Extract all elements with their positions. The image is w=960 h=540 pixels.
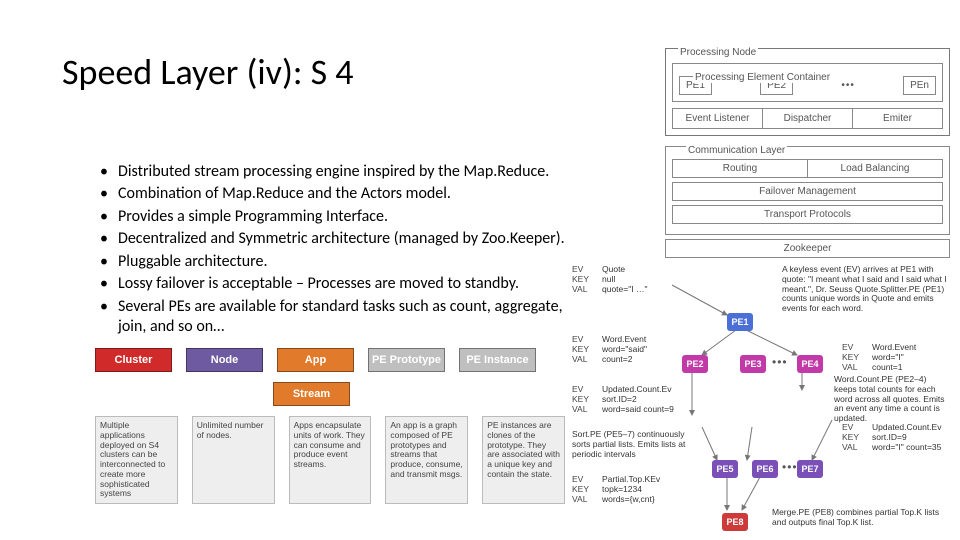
flow-caption: Word.Count.PE (PE2–4) keeps total counts…	[834, 375, 950, 424]
ellipsis-icon: •••	[841, 80, 855, 91]
processing-node-label: Processing Node	[678, 47, 758, 58]
event-box: EVUpdated.Count.EvKEYsort.ID=2VALword=sa…	[572, 385, 674, 414]
pe-prototype-chip: PE Prototype	[368, 348, 445, 372]
event-box: EVUpdated.Count.EvKEYsort.ID=9VALword="I…	[842, 423, 941, 452]
event-box: EVWord.EventKEYword="said"VALcount=2	[572, 335, 647, 364]
dispatcher-box: Dispatcher	[763, 109, 853, 128]
pe-node: PE5	[712, 460, 738, 478]
app-chip: App	[277, 348, 354, 372]
flow-caption: Sort.PE (PE5–7) continuously sorts parti…	[572, 430, 687, 459]
pe-box: PEn	[903, 76, 936, 95]
pe-node: PE7	[797, 460, 823, 478]
pe-node: PE1	[727, 313, 753, 331]
event-box: EVPartial.Top.KEvKEYtopk=1234VALwords={w…	[572, 475, 660, 504]
bullet-item: Pluggable architecture.	[118, 252, 267, 272]
node-chip: Node	[186, 348, 263, 372]
zookeeper-box: Zookeeper	[665, 239, 950, 258]
blocks-table: Cluster Node App PE Prototype PE Instanc…	[95, 348, 565, 504]
bullet-item: Distributed stream processing engine ins…	[118, 162, 549, 182]
failover-box: Failover Management	[672, 182, 943, 201]
block-caption: Multiple applications deployed on S4 clu…	[95, 416, 178, 504]
flow-caption: A keyless event (EV) arrives at PE1 with…	[782, 265, 950, 314]
comm-layer-label: Communication Layer	[686, 145, 787, 156]
block-caption: Unlimited number of nodes.	[192, 416, 275, 504]
ellipsis-icon: •••	[772, 355, 788, 369]
event-listener-box: Event Listener	[673, 109, 763, 128]
transport-box: Transport Protocols	[672, 205, 943, 224]
pe-node: PE3	[740, 355, 766, 373]
emitter-box: Emiter	[853, 109, 942, 128]
pe-node: PE6	[752, 460, 778, 478]
bullet-item: Decentralized and Symmetric architecture…	[118, 229, 565, 249]
slide-title: Speed Layer (iv): S 4	[62, 50, 354, 94]
event-box: EVWord.EventKEYword="I"VALcount=1	[842, 343, 916, 372]
pe-node: PE8	[722, 513, 748, 531]
bullet-item: Combination of Map.Reduce and the Actors…	[118, 184, 451, 204]
load-balancing-box: Load Balancing	[808, 160, 942, 177]
event-box: EVQuoteKEYnullVALquote="I …"	[572, 265, 648, 294]
bullet-list: •Distributed stream processing engine in…	[100, 162, 590, 340]
block-caption: PE instances are clones of the prototype…	[482, 416, 565, 504]
block-caption: Apps encapsulate units of work. They can…	[289, 416, 372, 504]
pec-label: Processing Element Container	[693, 72, 832, 83]
block-caption: An app is a graph composed of PE prototy…	[385, 416, 468, 504]
pe-node: PE2	[682, 355, 708, 373]
architecture-diagram: Processing Node Processing Element Conta…	[665, 48, 950, 258]
routing-box: Routing	[673, 160, 808, 177]
pe-node: PE4	[797, 355, 823, 373]
bullet-item: Provides a simple Programming Interface.	[118, 207, 388, 227]
flow-caption: Merge.PE (PE8) combines partial Top.K li…	[772, 508, 950, 528]
ellipsis-icon: •••	[782, 460, 798, 474]
bullet-item: Lossy failover is acceptable – Processes…	[118, 274, 519, 294]
pe-instance-chip: PE Instance	[459, 348, 536, 372]
bullet-item: Several PEs are available for standard t…	[118, 297, 590, 338]
stream-chip: Stream	[273, 382, 350, 406]
cluster-chip: Cluster	[95, 348, 172, 372]
